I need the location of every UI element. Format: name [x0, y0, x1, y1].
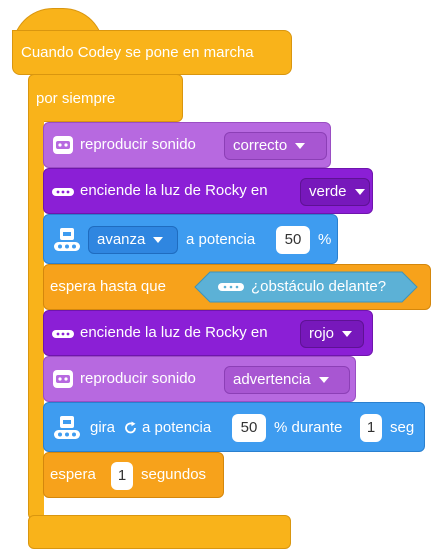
chevron-down-icon: [342, 331, 353, 338]
sound-dropdown[interactable]: advertencia: [224, 366, 350, 394]
rocky-light-label: enciende la luz de Rocky en: [80, 182, 268, 199]
turn-duration-label: % durante: [274, 419, 343, 436]
chevron-down-icon: [318, 377, 329, 384]
wait-until-block[interactable]: espera hasta que ¿obstáculo delante?: [43, 264, 431, 310]
wait-seconds-input[interactable]: 1: [111, 462, 133, 490]
rocky-robot-icon: [54, 416, 80, 439]
color-dropdown-value: verde: [309, 183, 347, 200]
color-dropdown-value: rojo: [309, 325, 335, 342]
move-power-unit: %: [318, 231, 332, 248]
forever-block-foot: [28, 515, 291, 549]
led-strip-icon: [52, 330, 74, 338]
direction-dropdown-value: avanza: [97, 231, 146, 248]
codey-face-icon: [53, 370, 73, 388]
sensor-icon: [218, 283, 244, 291]
sound-dropdown-value: advertencia: [233, 371, 311, 388]
hat-block-label: Cuando Codey se pone en marcha: [21, 44, 254, 61]
rocky-light-block-2[interactable]: enciende la luz de Rocky en rojo: [43, 310, 373, 356]
hat-block[interactable]: Cuando Codey se pone en marcha: [12, 30, 292, 75]
turn-duration-input[interactable]: 1: [360, 414, 382, 442]
move-power-input[interactable]: 50: [276, 226, 310, 254]
condition-label: ¿obstáculo delante?: [251, 278, 387, 295]
turn-label: gira: [90, 419, 116, 436]
sound-dropdown[interactable]: correcto: [224, 132, 327, 160]
codey-face-icon: [53, 136, 73, 154]
forever-label: por siempre: [36, 90, 116, 107]
direction-dropdown[interactable]: avanza: [88, 226, 178, 254]
forever-block-arm: [28, 115, 44, 520]
chevron-down-icon: [354, 189, 365, 196]
move-power-label: a potencia: [186, 231, 256, 248]
rocky-light-block[interactable]: enciende la luz de Rocky en verde: [43, 168, 373, 214]
chevron-down-icon: [153, 237, 164, 244]
turn-duration-unit: seg: [390, 419, 415, 436]
rocky-turn-block[interactable]: gira a potencia 50 % durante 1 seg: [43, 402, 425, 452]
play-sound-block[interactable]: reproducir sonido correcto: [43, 122, 331, 168]
wait-label: espera: [50, 466, 96, 483]
turn-power-input[interactable]: 50: [232, 414, 266, 442]
chevron-down-icon: [295, 143, 306, 150]
sound-dropdown-value: correcto: [233, 137, 288, 154]
color-dropdown[interactable]: rojo: [300, 320, 364, 348]
turn-power-label: a potencia: [142, 419, 212, 436]
play-sound-block-2[interactable]: reproducir sonido advertencia: [43, 356, 356, 402]
rocky-light-label: enciende la luz de Rocky en: [80, 324, 268, 341]
color-dropdown[interactable]: verde: [300, 178, 370, 206]
play-sound-label: reproducir sonido: [80, 370, 196, 387]
wait-block[interactable]: espera 1 segundos: [43, 452, 224, 498]
led-strip-icon: [52, 188, 74, 196]
wait-unit-label: segundos: [141, 466, 207, 483]
rocky-move-block[interactable]: avanza a potencia 50 %: [43, 214, 338, 264]
wait-until-label: espera hasta que: [50, 278, 166, 295]
rotate-clockwise-icon: [125, 421, 136, 434]
play-sound-label: reproducir sonido: [80, 136, 196, 153]
rocky-robot-icon: [54, 228, 80, 251]
